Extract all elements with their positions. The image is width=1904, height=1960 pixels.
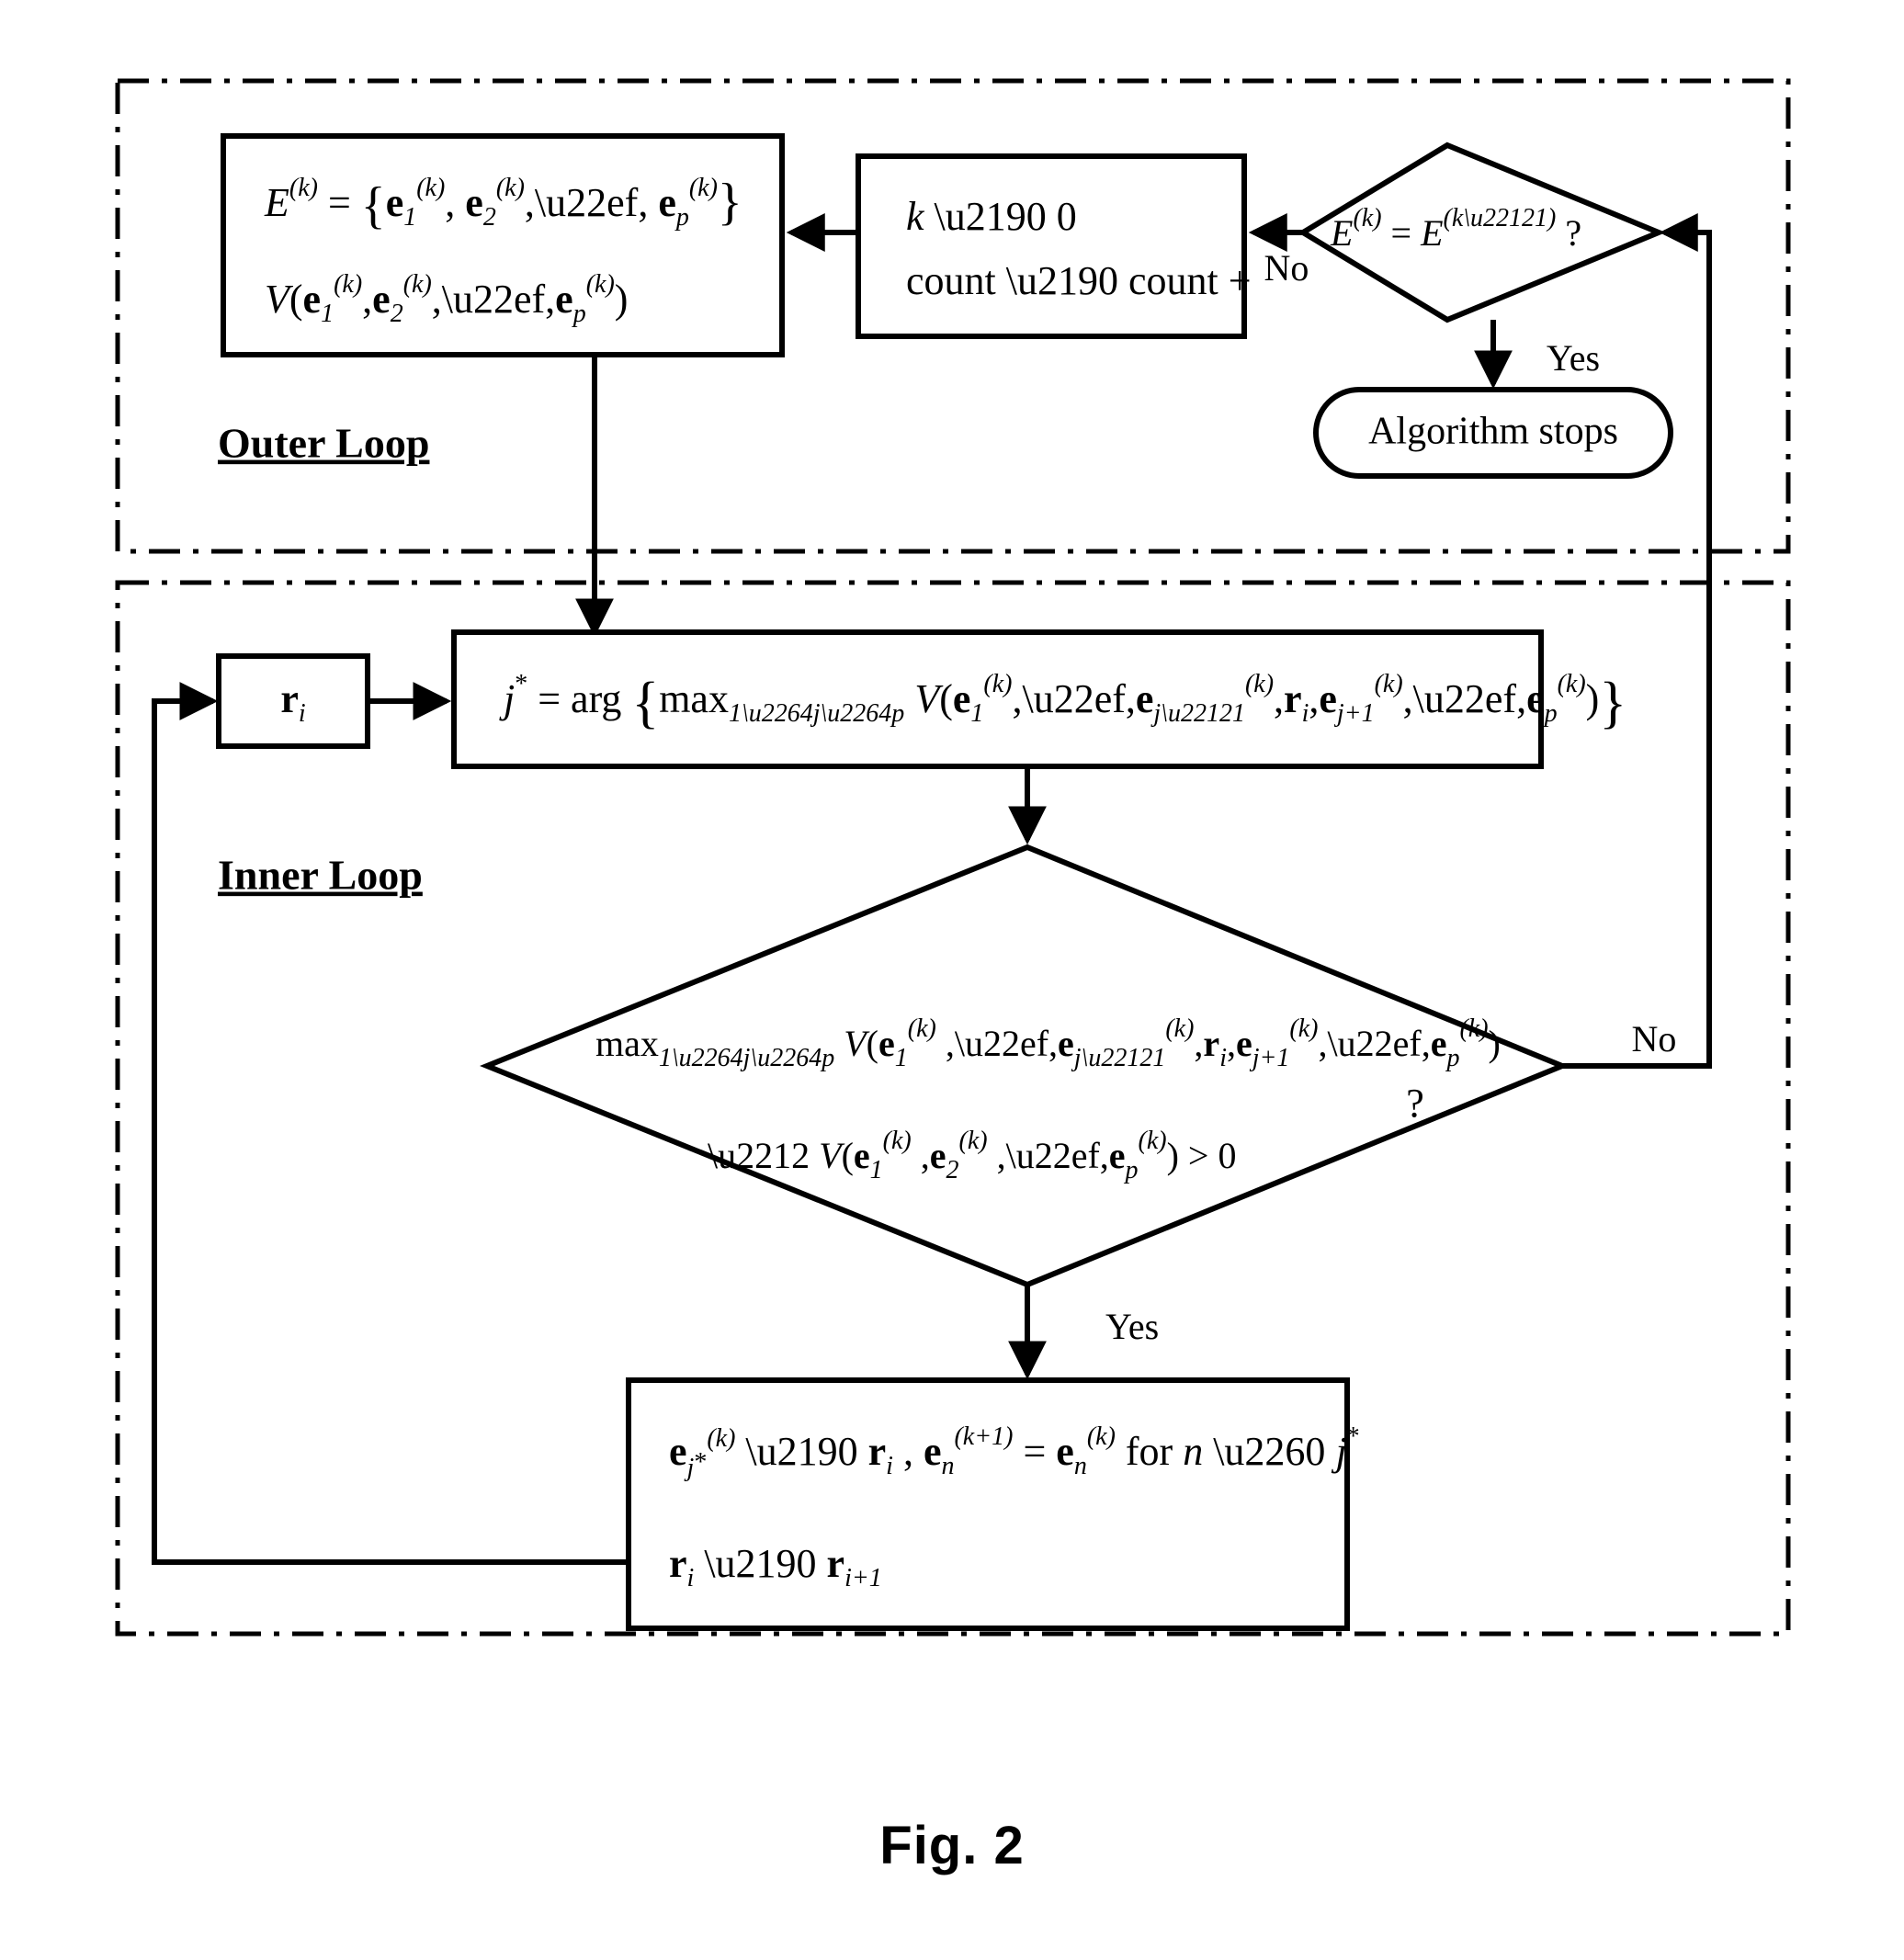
figure-2-flowchart: E(k) = {e1(k), e2(k),\u22ef, ep(k)} V(e1… [0,0,1904,1960]
inner-no-label: No [1632,1018,1677,1059]
outer-init-box [856,153,1247,339]
outer-no-label: No [1264,247,1309,289]
outer-codebook-box [221,133,785,357]
inner-loop-label: Inner Loop [218,852,423,899]
outer-loop-label: Outer Loop [218,420,429,467]
inner-update-line1: ej*(k) \u2190 ri , en(k+1) = en(k) for n… [669,1422,1360,1482]
outer-init-line1: k \u2190 0 [906,194,1077,239]
edge-update-feedback-to-ri [152,682,629,1565]
inner-update-box [626,1377,1350,1631]
flowchart-canvas: E(k) = {e1(k), e2(k),\u22ef, ep(k)} V(e1… [115,78,1791,1637]
outer-yes-label: Yes [1547,337,1600,379]
outer-init-line2: count \u2190 count + [906,258,1252,303]
algorithm-stops-label: Algorithm stops [1368,411,1618,453]
inner-gain-diamond [480,844,1570,1288]
inner-gain-question: ? [1406,1081,1424,1126]
inner-yes-label: Yes [1105,1306,1159,1347]
figure-caption: Fig. 2 [879,1816,1025,1875]
